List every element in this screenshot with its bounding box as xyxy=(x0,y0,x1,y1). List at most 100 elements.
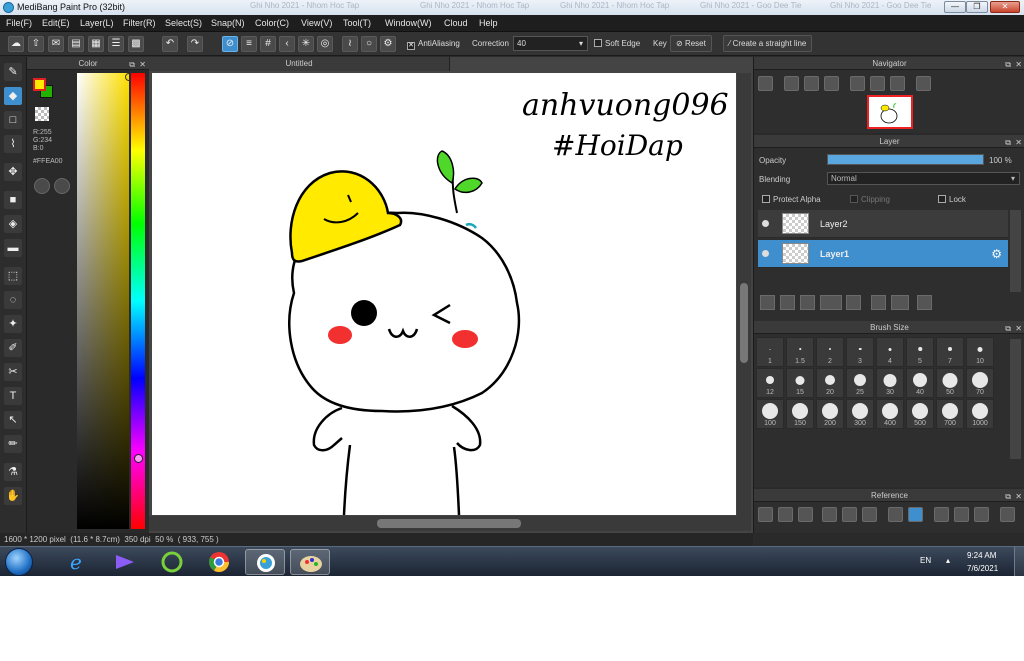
open-file-icon[interactable] xyxy=(778,507,793,522)
vertical-scroll-thumb[interactable] xyxy=(740,283,748,363)
opacity-slider[interactable] xyxy=(827,154,984,165)
vanish-point-icon[interactable]: ‹ xyxy=(279,36,295,52)
brush-size-400[interactable]: 400 xyxy=(876,399,904,429)
brush-tool-icon[interactable]: ✎ xyxy=(4,63,22,81)
redo-icon[interactable]: ↷ xyxy=(187,36,203,52)
snap-settings-icon[interactable]: ⚙ xyxy=(380,36,396,52)
fit-window-icon[interactable] xyxy=(954,507,969,522)
new-layer-icon[interactable] xyxy=(760,295,775,310)
circle-snap-icon[interactable]: ◎ xyxy=(317,36,333,52)
rotate-right-icon[interactable] xyxy=(974,507,989,522)
menu-help[interactable]: Help xyxy=(479,18,498,28)
operation-tool-icon[interactable]: ↖ xyxy=(4,411,22,429)
comment-icon[interactable]: ✉ xyxy=(48,36,64,52)
foreground-color-swatch[interactable] xyxy=(33,78,46,91)
horizontal-scroll-thumb[interactable] xyxy=(377,519,521,528)
select-pen-tool-icon[interactable]: ✐ xyxy=(4,339,22,357)
hand-tool-icon[interactable]: ✋ xyxy=(4,487,22,505)
brush-size-150[interactable]: 150 xyxy=(786,399,814,429)
visibility-icon[interactable] xyxy=(762,220,769,227)
hue-slider-handle[interactable] xyxy=(134,454,143,463)
magic-wand-tool-icon[interactable]: ✦ xyxy=(4,315,22,333)
chrome-icon[interactable] xyxy=(199,549,239,575)
paint-taskbar-icon[interactable] xyxy=(290,549,330,575)
close-button[interactable]: ✕ xyxy=(990,1,1020,13)
new-halftone-layer-icon[interactable] xyxy=(780,295,795,310)
gradient-tool-icon[interactable]: ▬ xyxy=(4,239,22,257)
close-panel-icon[interactable]: ✕ xyxy=(1015,136,1022,149)
undo-icon[interactable]: ↶ xyxy=(162,36,178,52)
antialiasing-checkbox[interactable]: ✕ AntiAliasing xyxy=(407,39,460,50)
text-tool-icon[interactable]: T xyxy=(4,387,22,405)
ellipse-snap-icon[interactable]: ○ xyxy=(361,36,377,52)
lock-checkbox[interactable]: Lock xyxy=(938,195,966,204)
brush-size-20[interactable]: 20 xyxy=(816,368,844,398)
hand-icon[interactable] xyxy=(908,507,923,522)
chat-icon[interactable]: ▤ xyxy=(68,36,84,52)
brush-size-1000[interactable]: 1000 xyxy=(966,399,994,429)
close-panel-icon[interactable]: ✕ xyxy=(1015,58,1022,71)
maximize-button[interactable]: ❐ xyxy=(966,1,988,13)
rotate-left-icon[interactable] xyxy=(850,76,865,91)
cloud-icon[interactable]: ☁ xyxy=(8,36,24,52)
brush-size-40[interactable]: 40 xyxy=(906,368,934,398)
brush-size-12[interactable]: 12 xyxy=(756,368,784,398)
protect-alpha-checkbox[interactable]: Protect Alpha xyxy=(762,195,821,204)
soft-edge-checkbox[interactable]: Soft Edge xyxy=(594,39,640,48)
brush-size-5[interactable]: 5 xyxy=(906,337,934,367)
brush-size-100[interactable]: 100 xyxy=(756,399,784,429)
brush-size-25[interactable]: 25 xyxy=(846,368,874,398)
grid-icon[interactable]: ▩ xyxy=(128,36,144,52)
fill-rect-tool-icon[interactable]: ■ xyxy=(4,191,22,209)
undock-icon[interactable]: ⧉ xyxy=(129,58,135,71)
list-icon[interactable]: ☰ xyxy=(108,36,124,52)
layer-row-layer2[interactable]: Layer2 xyxy=(758,210,1008,238)
brush-size-7[interactable]: 7 xyxy=(936,337,964,367)
brush-size-30[interactable]: 30 xyxy=(876,368,904,398)
zoom-in-icon[interactable] xyxy=(822,507,837,522)
canvas-vertical-scrollbar[interactable] xyxy=(737,73,751,531)
layer-list-scrollbar[interactable] xyxy=(1010,210,1021,292)
undock-icon[interactable]: ⧉ xyxy=(1005,136,1011,149)
saturation-value-picker[interactable] xyxy=(77,73,129,529)
eyedropper-icon[interactable] xyxy=(888,507,903,522)
rotate-right-icon[interactable] xyxy=(890,76,905,91)
menu-layer[interactable]: Layer(L) xyxy=(80,18,114,28)
clock-time[interactable]: 9:24 AM xyxy=(967,551,996,560)
brush-size-15[interactable]: 15 xyxy=(786,368,814,398)
minimize-button[interactable]: — xyxy=(944,1,966,13)
undock-icon[interactable]: ⧉ xyxy=(1005,490,1011,503)
undock-icon[interactable]: ⧉ xyxy=(1005,322,1011,335)
menu-tool[interactable]: Tool(T) xyxy=(343,18,371,28)
palette-add-icon[interactable] xyxy=(54,178,70,194)
palette-icon[interactable] xyxy=(34,178,50,194)
canvas-horizontal-scrollbar[interactable] xyxy=(149,516,737,531)
internet-explorer-icon[interactable]: e xyxy=(57,549,97,575)
menu-snap[interactable]: Snap(N) xyxy=(211,18,245,28)
document-icon[interactable]: ▦ xyxy=(88,36,104,52)
layer-settings-gear-icon[interactable]: ⚙ xyxy=(991,247,1002,261)
brush-size-10[interactable]: 10 xyxy=(966,337,994,367)
close-panel-icon[interactable]: ✕ xyxy=(1015,322,1022,335)
select-eraser-tool-icon[interactable]: ✂ xyxy=(4,363,22,381)
brush-size-500[interactable]: 500 xyxy=(906,399,934,429)
menu-edit[interactable]: Edit(E) xyxy=(42,18,70,28)
new-8bit-layer-icon[interactable] xyxy=(800,295,815,310)
blur-tool-icon[interactable]: ⌇ xyxy=(4,135,22,153)
brush-size-2[interactable]: 2 xyxy=(816,337,844,367)
show-desktop-button[interactable] xyxy=(1014,547,1024,576)
input-language[interactable]: EN xyxy=(920,556,931,565)
eraser-tool-icon[interactable]: ◆ xyxy=(4,87,22,105)
fit-window-icon[interactable] xyxy=(870,76,885,91)
brush-size-3[interactable]: 3 xyxy=(846,337,874,367)
visual-studio-icon[interactable] xyxy=(104,549,144,575)
cloud-download-icon[interactable] xyxy=(758,507,773,522)
duplicate-layer-icon[interactable] xyxy=(871,295,886,310)
add-layer-menu-icon[interactable] xyxy=(820,295,842,310)
navigator-preview[interactable] xyxy=(867,95,913,129)
medibang-taskbar-icon[interactable] xyxy=(245,549,285,575)
brush-size-1[interactable]: 1 xyxy=(756,337,784,367)
brush-size-200[interactable]: 200 xyxy=(816,399,844,429)
zoom-actual-icon[interactable] xyxy=(804,76,819,91)
folder-icon[interactable] xyxy=(846,295,861,310)
